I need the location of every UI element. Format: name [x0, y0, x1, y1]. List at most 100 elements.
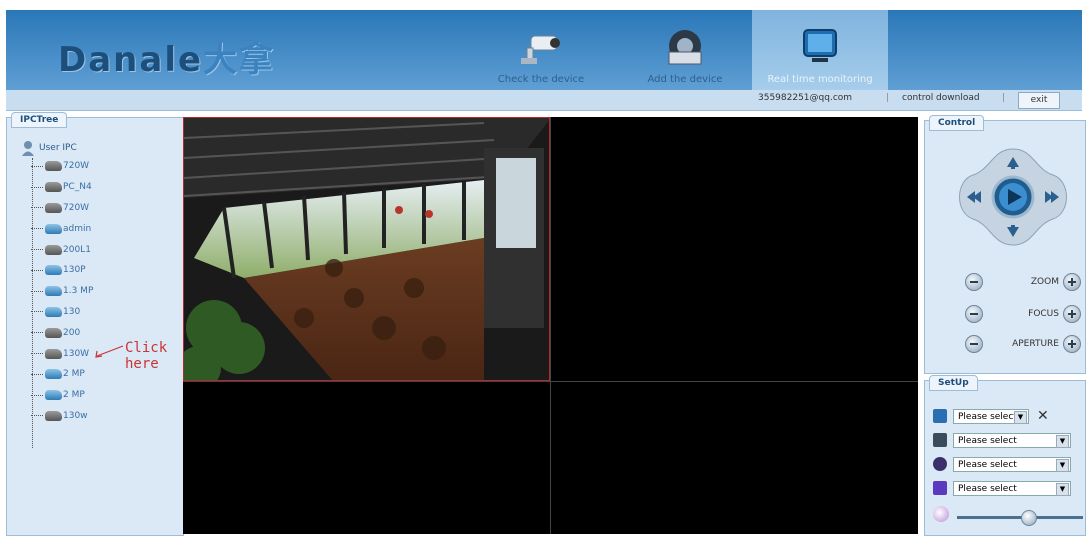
nav-check-device[interactable]: Check the device: [476, 10, 606, 90]
sound-select[interactable]: Please select ▼: [953, 480, 1071, 496]
face-icon: [933, 457, 947, 471]
user-icon: [22, 141, 34, 156]
slider-track[interactable]: [957, 516, 1083, 519]
tree-item[interactable]: 720W: [31, 156, 93, 177]
logo: Danale大拿: [58, 40, 276, 80]
tree-item-label: PC_N4: [63, 182, 92, 193]
tab-control[interactable]: Control: [929, 115, 985, 131]
setup-panel: SetUp Please select ▼ ✕ Please select ▼ Pl…: [924, 375, 1086, 536]
video-pane-2[interactable]: [551, 117, 918, 381]
tree-item[interactable]: 2 MP: [31, 364, 93, 385]
zoom-row: ZOOM: [965, 273, 1081, 291]
tree-branch: [31, 249, 43, 251]
tree-item-label: 720W: [63, 202, 90, 213]
tree-root-label: User IPC: [39, 143, 77, 153]
focus-row: FOCUS: [965, 305, 1081, 323]
tree-branch: [31, 373, 43, 375]
tree-root[interactable]: User IPC: [21, 140, 93, 156]
top-sub-bar: 355982251@qq.com | control download | ex…: [6, 90, 1082, 111]
arrow-icon: [95, 345, 124, 358]
focus-minus-button[interactable]: [965, 305, 983, 323]
slider-thumb[interactable]: [1021, 510, 1037, 526]
video-pane-3[interactable]: [183, 382, 550, 534]
tree-item[interactable]: 1.3 MP: [31, 281, 93, 302]
ipc-tree-panel: IPCTree User IPC 720W PC_N4 720W admin 200L1…: [6, 112, 184, 536]
camera-icon: [45, 202, 62, 213]
tree-item-label: 720W: [63, 161, 90, 172]
exit-button[interactable]: exit: [1018, 92, 1060, 109]
setup-row-sound: Please select ▼: [933, 479, 1071, 497]
aperture-row: APERTURE: [965, 335, 1081, 353]
tree-item-label: 130: [63, 306, 81, 317]
focus-label: FOCUS: [1028, 309, 1059, 319]
tree-item-label: 2 MP: [63, 390, 85, 401]
grid-divider-vertical: [550, 117, 551, 534]
sound-icon: [933, 481, 947, 495]
camera-icon: [45, 390, 62, 401]
tree-item[interactable]: 200L1: [31, 239, 93, 260]
fullscreen-icon[interactable]: ✕: [1037, 408, 1049, 424]
camera-icon: [45, 161, 62, 172]
tree-item[interactable]: 200: [31, 322, 93, 343]
camera-icon: [45, 244, 62, 255]
setup-row-face: Please select ▼: [933, 455, 1071, 473]
device-tree: User IPC 720W PC_N4 720W admin 200L1 130P 1.3 …: [21, 140, 93, 426]
brightness-icon: [933, 506, 949, 522]
separator: |: [1002, 93, 1006, 103]
tree-item[interactable]: 130: [31, 302, 93, 323]
chevron-down-icon: ▼: [1014, 410, 1027, 424]
nav-add-label: Add the device: [647, 74, 723, 85]
tree-item[interactable]: 2 MP: [31, 385, 93, 406]
camera-icon: [45, 223, 62, 234]
tree-item-label: 2 MP: [63, 369, 85, 380]
screen-select[interactable]: Please select ▼: [953, 432, 1071, 448]
video-pane-1[interactable]: [183, 117, 550, 381]
aperture-label: APERTURE: [1012, 339, 1059, 349]
setup-row-screen: Please select ▼: [933, 431, 1071, 449]
camera-icon: [45, 306, 62, 317]
video-pane-4[interactable]: [551, 382, 918, 534]
play-center-button[interactable]: [991, 175, 1035, 219]
layout-icon: [933, 409, 947, 423]
nav-check-label: Check the device: [497, 74, 585, 85]
tree-item[interactable]: 130P: [31, 260, 93, 281]
video-grid: [183, 117, 918, 534]
monitor-icon: [796, 22, 844, 70]
tree-item[interactable]: 130W: [31, 343, 93, 364]
chevron-down-icon: ▼: [1056, 458, 1069, 472]
grid-divider-horizontal: [183, 381, 918, 382]
camera-icon: [45, 182, 62, 193]
tab-setup[interactable]: SetUp: [929, 375, 978, 391]
add-device-gear-icon: [661, 22, 709, 70]
camera-icon: [45, 327, 62, 338]
tab-ipctree[interactable]: IPCTree: [11, 112, 68, 128]
nav-real-time-monitoring[interactable]: Real time monitoring: [752, 10, 888, 90]
face-select[interactable]: Please select ▼: [953, 456, 1071, 472]
focus-plus-button[interactable]: [1063, 305, 1081, 323]
nav-add-device[interactable]: Add the device: [620, 10, 750, 90]
screen-icon: [933, 433, 947, 447]
header-banner: Danale大拿 Check the device Add the device…: [6, 10, 1082, 90]
aperture-plus-button[interactable]: [1063, 335, 1081, 353]
tree-item[interactable]: PC_N4: [31, 177, 93, 198]
setup-row-layout: Please select ▼ ✕: [933, 407, 1049, 425]
tree-item[interactable]: 720W: [31, 198, 93, 219]
layout-select[interactable]: Please select ▼: [953, 408, 1029, 424]
zoom-out-button[interactable]: [965, 273, 983, 291]
tree-branch: [31, 269, 43, 271]
camera-icon: [45, 286, 62, 297]
control-download-link[interactable]: control download: [902, 93, 980, 103]
tree-item[interactable]: admin: [31, 218, 93, 239]
click-hint: Click here: [125, 340, 168, 372]
tree-item-label: 130w: [63, 410, 88, 421]
tree-item[interactable]: 130w: [31, 406, 93, 427]
zoom-in-button[interactable]: [1063, 273, 1081, 291]
tree-item-label: admin: [63, 223, 92, 234]
user-email: 355982251@qq.com: [758, 93, 853, 103]
camera-feed-image: [184, 118, 549, 380]
tree-branch: [31, 207, 43, 209]
aperture-minus-button[interactable]: [965, 335, 983, 353]
tree-item-label: 130W: [63, 348, 90, 359]
tree-item-label: 200: [63, 327, 81, 338]
chevron-down-icon: ▼: [1056, 482, 1069, 496]
